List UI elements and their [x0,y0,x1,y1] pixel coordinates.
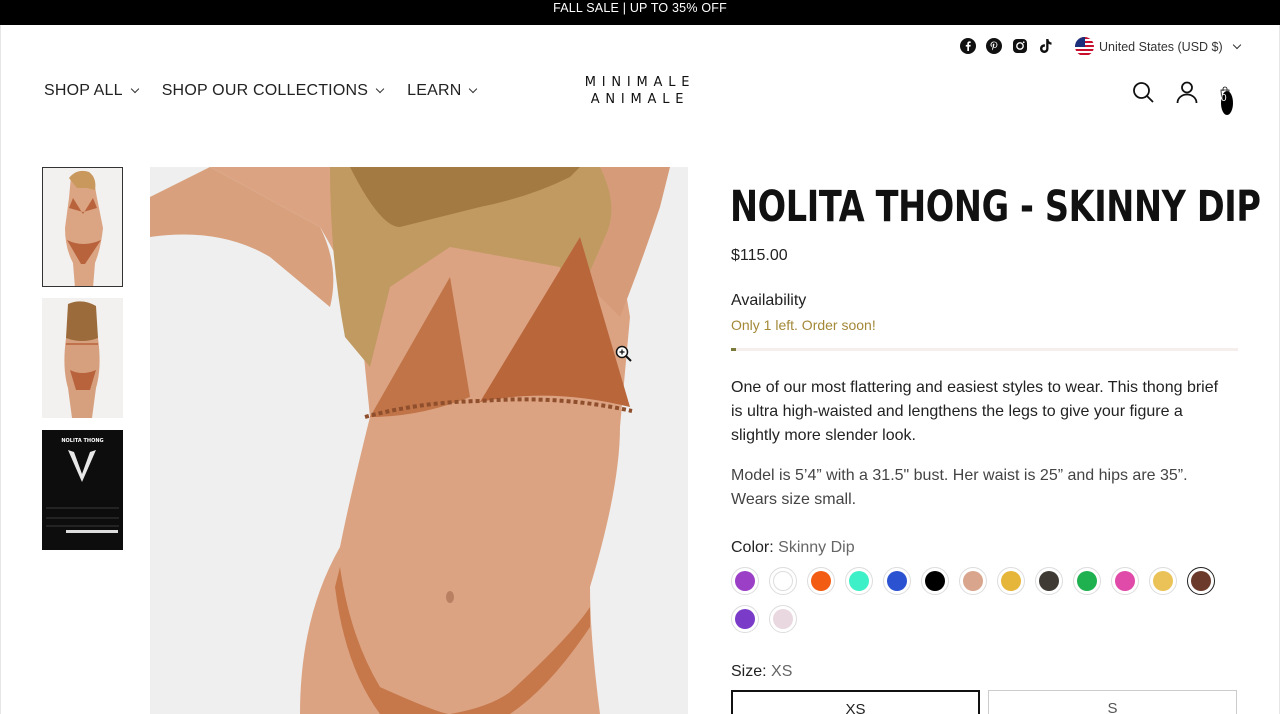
color-swatch-fill [773,609,793,629]
color-swatch[interactable] [769,605,797,633]
nav-learn[interactable]: LEARN [407,82,478,100]
account-icon[interactable] [1175,80,1199,104]
color-swatch-fill [1191,571,1211,591]
color-swatch[interactable] [731,605,759,633]
color-swatch[interactable] [921,567,949,595]
instagram-icon[interactable] [1012,38,1028,54]
product-main-image[interactable] [150,167,688,714]
color-swatch-fill [1039,571,1059,591]
size-label: Size: XS [731,663,792,681]
product-thumbnail-1[interactable] [42,167,123,287]
color-swatch-fill [735,609,755,629]
color-swatch[interactable] [1149,567,1177,595]
color-swatch-fill [849,571,869,591]
color-swatch-fill [1001,571,1021,591]
color-swatch[interactable] [1111,567,1139,595]
nav-shop-all[interactable]: SHOP ALL [44,82,139,100]
color-swatch[interactable] [769,567,797,595]
color-label-text: Color: [731,539,774,556]
product-thumbnail-2[interactable] [42,298,123,418]
color-swatch[interactable] [845,567,873,595]
size-label-text: Size: [731,663,767,680]
color-label: Color: Skinny Dip [731,539,855,557]
availability-label: Availability [731,292,807,309]
color-swatch[interactable] [1187,567,1215,595]
us-flag-icon [1075,37,1094,56]
color-swatch-fill [1077,571,1097,591]
chevron-down-icon [375,84,385,94]
nav-label: SHOP OUR COLLECTIONS [161,82,369,99]
chevron-down-icon [1232,40,1241,49]
color-swatch[interactable] [959,567,987,595]
search-icon[interactable] [1131,80,1155,104]
size-option-s[interactable]: S [988,690,1237,714]
color-swatch-fill [1153,571,1173,591]
color-swatch[interactable] [731,567,759,595]
color-value: Skinny Dip [778,539,855,556]
product-thumbnail-3[interactable]: NOLITA THONG [42,430,123,550]
color-swatch-fill [811,571,831,591]
product-title: NOLITA THONG - SKINNY DIP [730,182,1261,232]
pinterest-icon[interactable] [986,38,1002,54]
thumbnail-title: NOLITA THONG [61,438,103,444]
stock-level-fill [731,348,737,351]
logo[interactable]: MINIMALE ANIMALE [560,74,720,108]
color-swatch[interactable] [997,567,1025,595]
size-option-xs[interactable]: XS [731,690,980,714]
currency-selector[interactable]: United States (USD $) [1075,37,1241,56]
product-price: $115.00 [731,247,788,264]
color-swatch-fill [735,571,755,591]
size-value: XS [771,663,793,680]
color-swatches [731,567,1231,633]
announcement-text: FALL SALE | UP TO 35% OFF [553,1,727,15]
nav-label: SHOP ALL [44,82,123,99]
social-links [960,38,1054,54]
availability-message: Only 1 left. Order soon! [731,317,876,333]
color-swatch-fill [887,571,907,591]
model-info: Model is 5’4” with a 31.5" bust. Her wai… [731,467,1188,508]
main-nav: SHOP ALL SHOP OUR COLLECTIONS LEARN [44,82,478,100]
announcement-bar: FALL SALE | UP TO 35% OFF [0,0,1280,25]
cart-count-badge: 0 [1221,91,1233,115]
color-swatch[interactable] [1035,567,1063,595]
stock-level-bar [731,348,1238,351]
logo-line-1: MINIMALE [584,75,696,90]
color-swatch[interactable] [1073,567,1101,595]
color-swatch-fill [925,571,945,591]
cart-icon[interactable]: 0 [1219,80,1243,115]
currency-label: United States (USD $) [1099,39,1223,54]
product-description: One of our most flattering and easiest s… [731,379,1219,444]
logo-line-2: ANIMALE [590,92,690,107]
zoom-cursor-icon [615,345,633,368]
color-swatch[interactable] [883,567,911,595]
nav-shop-our-collections[interactable]: SHOP OUR COLLECTIONS [161,82,385,100]
color-swatch-fill [963,571,983,591]
color-swatch[interactable] [807,567,835,595]
color-swatch-fill [773,571,793,591]
nav-label: LEARN [407,82,462,99]
header-actions: 0 [1131,80,1243,115]
facebook-icon[interactable] [960,38,976,54]
tiktok-icon[interactable] [1038,38,1054,54]
chevron-down-icon [130,84,139,94]
color-swatch-fill [1115,571,1135,591]
chevron-down-icon [469,84,478,94]
